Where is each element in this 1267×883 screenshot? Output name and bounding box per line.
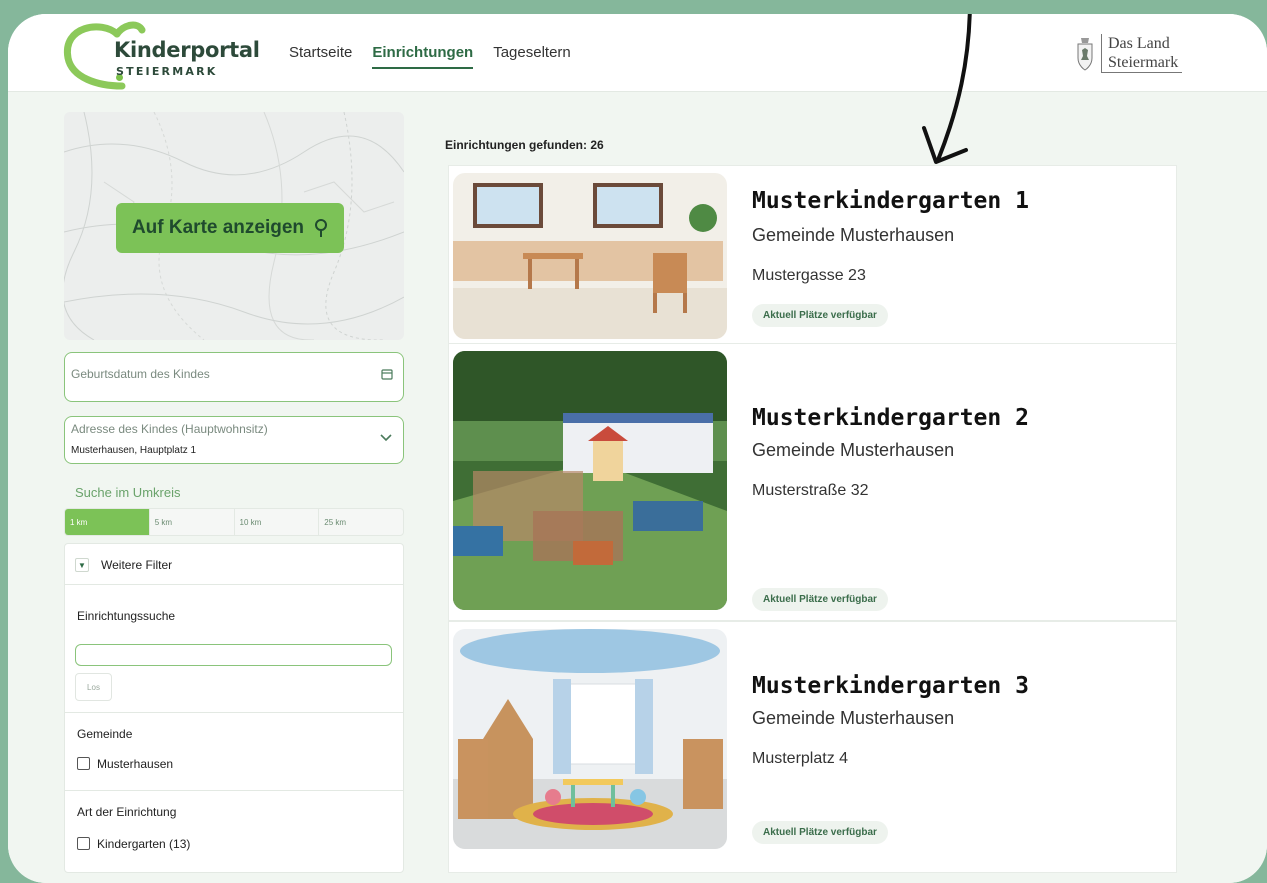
main-nav: Startseite Einrichtungen Tageseltern xyxy=(289,44,571,69)
chevron-down-icon[interactable] xyxy=(379,431,393,446)
filter-panel: ▼ Weitere Filter Einrichtungssuche Los G… xyxy=(64,543,404,873)
municipality-checkbox[interactable] xyxy=(77,757,90,770)
availability-badge: Aktuell Plätze verfügbar xyxy=(752,821,888,844)
facility-address: Musterstraße 32 xyxy=(752,482,869,499)
kinderportal-logo[interactable]: Kinderportal STEIERMARK xyxy=(62,20,262,90)
facility-search-section: Einrichtungssuche Los xyxy=(65,584,403,712)
logo-wordmark: Kinderportal xyxy=(114,38,262,86)
type-section: Art der Einrichtung Kindergarten (13) xyxy=(65,790,403,874)
expand-filters-icon[interactable]: ▼ xyxy=(75,558,89,572)
facility-name[interactable]: Musterkindergarten 2 xyxy=(752,405,1029,431)
facility-address: Musterplatz 4 xyxy=(752,750,849,767)
radius-selector: 1 km 5 km 10 km 25 km xyxy=(64,508,404,536)
facility-name[interactable]: Musterkindergarten 1 xyxy=(752,188,1029,214)
map-pin-icon xyxy=(315,219,328,237)
land-text: Das Land Steiermark xyxy=(1101,34,1183,73)
app-window: Kinderportal STEIERMARK Startseite Einri… xyxy=(8,14,1267,883)
logo-subtitle: STEIERMARK xyxy=(116,65,218,78)
kindergarten-checkbox[interactable] xyxy=(77,837,90,850)
facility-address: Mustergasse 23 xyxy=(752,267,866,284)
address-select[interactable]: Adresse des Kindes (Hauptwohnsitz) Muste… xyxy=(64,416,404,464)
result-card[interactable]: Musterkindergarten 3 Gemeinde Musterhaus… xyxy=(448,621,1177,873)
radius-option-10km[interactable]: 10 km xyxy=(235,509,320,535)
show-on-map-button[interactable]: Auf Karte anzeigen xyxy=(116,203,344,253)
radius-title: Suche im Umkreis xyxy=(75,485,181,500)
map-preview[interactable]: Auf Karte anzeigen xyxy=(64,112,404,340)
nav-einrichtungen[interactable]: Einrichtungen xyxy=(372,44,474,69)
radius-option-25km[interactable]: 25 km xyxy=(319,509,403,535)
land-steiermark-logo[interactable]: Das Land Steiermark xyxy=(1075,34,1183,74)
result-card[interactable]: Musterkindergarten 2 Gemeinde Musterhaus… xyxy=(448,343,1177,621)
availability-badge: Aktuell Plätze verfügbar xyxy=(752,304,888,327)
availability-badge: Aktuell Plätze verfügbar xyxy=(752,588,888,611)
top-header: Kinderportal STEIERMARK Startseite Einri… xyxy=(8,14,1267,92)
results-count: Einrichtungen gefunden: 26 xyxy=(445,138,604,152)
calendar-icon[interactable] xyxy=(381,368,393,383)
go-button[interactable]: Los xyxy=(75,673,112,701)
kindergarten-photo xyxy=(453,173,727,339)
facility-municipality: Gemeinde Musterhausen xyxy=(752,708,955,728)
facility-municipality: Gemeinde Musterhausen xyxy=(752,440,955,460)
nav-startseite[interactable]: Startseite xyxy=(289,44,352,69)
radius-option-1km[interactable]: 1 km xyxy=(65,509,150,535)
coat-of-arms-icon xyxy=(1077,38,1093,71)
facility-name[interactable]: Musterkindergarten 3 xyxy=(752,673,1029,699)
birthdate-field[interactable]: Geburtsdatum des Kindes xyxy=(64,352,404,402)
nav-tageseltern[interactable]: Tageseltern xyxy=(493,44,571,69)
kindergarten-photo xyxy=(453,629,727,849)
facility-municipality: Gemeinde Musterhausen xyxy=(752,225,955,245)
pointer-arrow-icon xyxy=(922,14,972,164)
radius-option-5km[interactable]: 5 km xyxy=(150,509,235,535)
result-card[interactable]: Musterkindergarten 1 Gemeinde Musterhaus… xyxy=(448,165,1177,344)
more-filters-toggle[interactable]: Weitere Filter xyxy=(101,558,172,572)
kindergarten-photo xyxy=(453,351,727,610)
facility-search-input[interactable] xyxy=(75,644,392,666)
municipality-section: Gemeinde Musterhausen xyxy=(65,712,403,790)
